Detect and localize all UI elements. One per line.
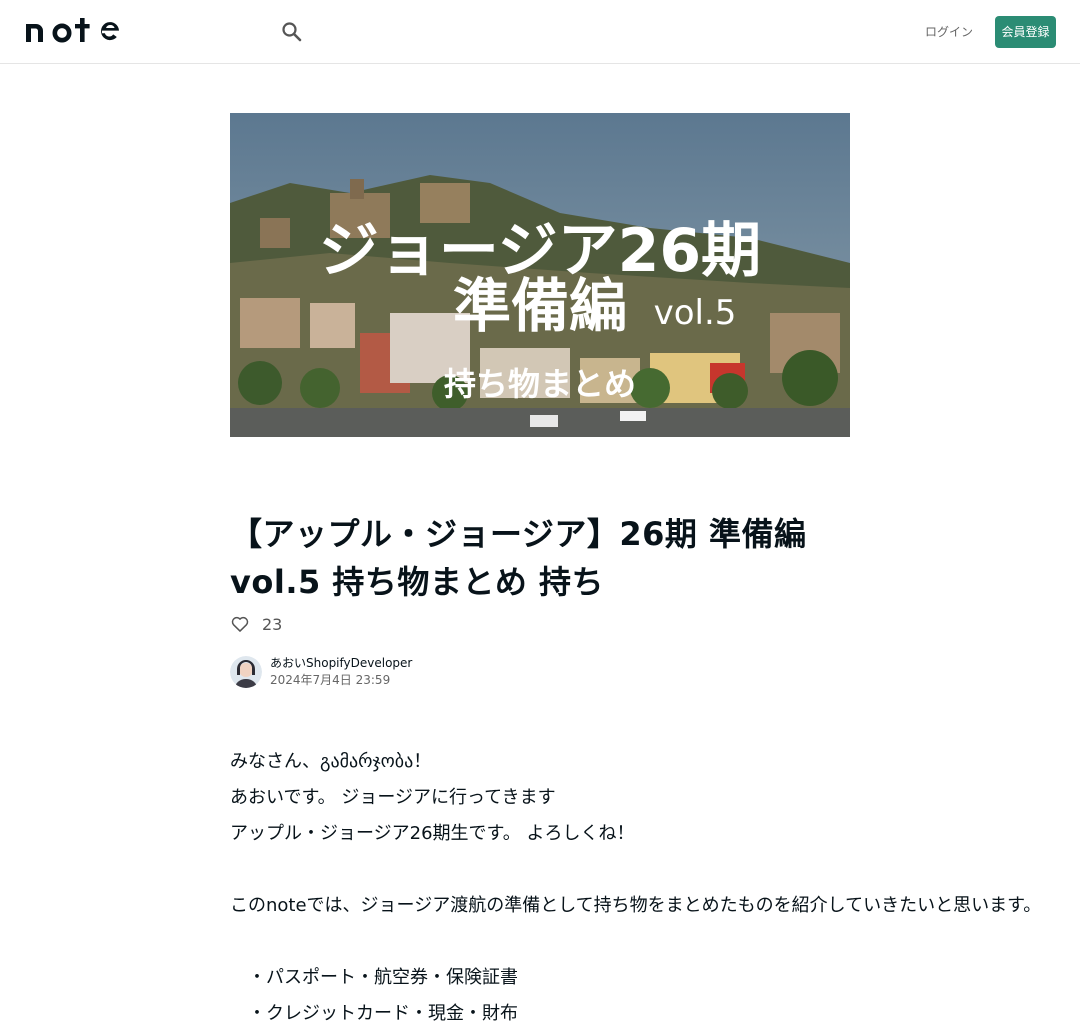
cover-line2: 準備編 [453,272,627,340]
like-area: 23 [230,612,282,636]
body-paragraph: みなさん、გამარჯობა！ [230,751,432,772]
cover-line3: 持ち物まとめ [444,365,636,403]
search-button[interactable] [279,19,305,45]
login-link[interactable]: ログイン [924,22,974,42]
site-header: ログイン 会員登録 [0,0,1080,64]
note-logo[interactable] [24,14,124,46]
body-paragraph: あおいです。 ジョージアに行ってきます [230,787,556,808]
list-item: ・クレジットカード・現金・財布 [248,1003,518,1024]
article-body: みなさん、გამარჯობა！ あおいです。 ジョージアに行ってきます アップル… [230,744,1042,1032]
post-date: 2024年7月4日 23:59 [270,673,391,687]
search-icon [282,22,302,42]
like-count: 23 [262,614,283,634]
article-title: 【アップル・ジョージア】26期 準備編vol.5 持ち物まとめ 持ち [230,515,807,601]
list-item: ・パスポート・航空券・保険証書 [248,967,518,988]
body-paragraph: アップル・ジョージア26期生です。 よろしくね！ [230,823,635,844]
body-paragraph: このnoteでは、ジョージア渡航の準備として持ち物をまとめたものを紹介していきた… [230,895,1042,916]
article-cover-image: ジョージア26期 準備編 vol.5 持ち物まとめ [230,113,850,437]
author-info: あおいShopifyDeveloper 2024年7月4日 23:59 [230,655,412,689]
avatar[interactable] [230,656,262,688]
heart-icon[interactable] [230,614,250,634]
author-name[interactable]: あおいShopifyDeveloper [270,655,412,672]
cover-vol: vol.5 [654,293,737,333]
signup-button[interactable]: 会員登録 [995,16,1056,48]
